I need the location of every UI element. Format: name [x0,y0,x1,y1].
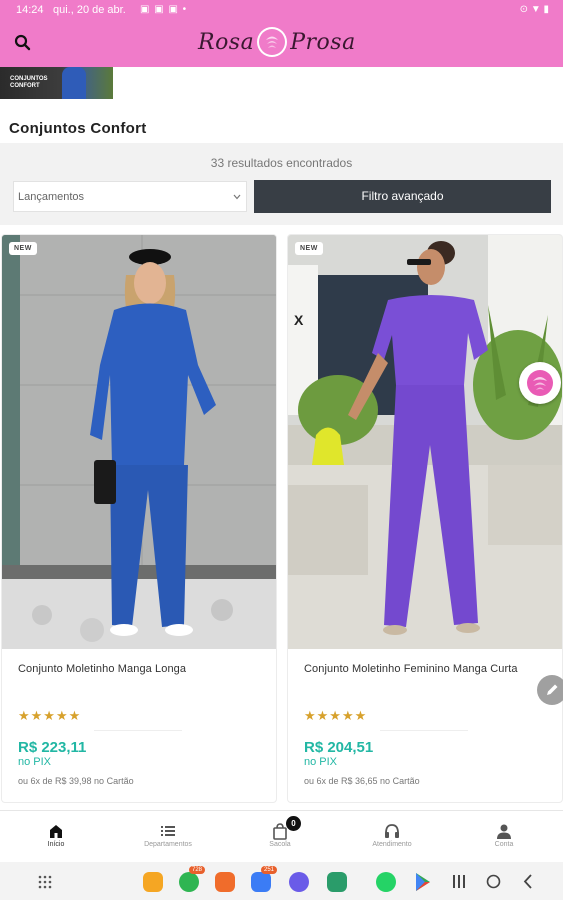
list-icon [161,826,175,836]
nav-item-bag[interactable]: 0 Sacola [224,811,336,863]
nav-item-home[interactable]: Início [0,811,112,863]
status-notification-icons: ▣ ▣ ▣ • [140,4,188,15]
messages-app-icon[interactable] [251,872,271,892]
nav-item-support[interactable]: Atendimento [336,811,448,863]
status-system-icons: ⊙ ▼ ▮ [519,4,549,15]
product-price: R$ 204,51 [304,739,374,756]
installments-text: ou 6x de R$ 39,98 no Cartão [18,776,134,786]
sort-selected-value: Lançamentos [18,191,85,203]
nav-label-support: Atendimento [372,841,412,848]
installments-text: ou 6x de R$ 36,65 no Cartão [304,776,420,786]
headset-icon [385,824,399,838]
app-header: 14:24 qui., 20 de abr. ▣ ▣ ▣ • ⊙ ▼ ▮ Ros… [0,0,563,67]
status-bar: 14:24 qui., 20 de abr. ▣ ▣ ▣ • ⊙ ▼ ▮ [0,0,563,22]
browser-app-icon[interactable] [289,872,309,892]
product-image[interactable]: NEW [2,235,276,649]
divider [94,730,182,731]
category-banner[interactable]: CONJUNTOS CONFORT [0,67,113,99]
sort-select[interactable]: Lançamentos [13,181,247,212]
status-time: 14:24 [16,4,44,16]
search-button[interactable] [12,32,34,54]
home-icon [50,825,62,838]
edit-button[interactable] [537,675,563,705]
advanced-filter-button[interactable]: Filtro avançado [254,180,551,213]
bottom-navigation: Início Departamentos 0 Sacola Atendiment… [0,810,563,862]
nav-label-account: Conta [494,841,514,848]
category-banner-line2: CONFORT [10,83,40,89]
product-name[interactable]: Conjunto Moletinho Feminino Manga Curta [304,663,518,675]
nav-item-departments[interactable]: Departamentos [112,811,224,863]
person-icon [497,824,511,839]
recent-apps-icon[interactable] [452,875,466,888]
rating-stars: ★★★★★ [18,708,82,723]
results-count: 33 resultados encontrados [210,156,353,170]
whatsapp-app-icon[interactable] [376,872,396,892]
product-price: R$ 223,11 [18,739,87,756]
search-icon [14,34,31,51]
divider [380,730,468,731]
nav-label-bag: Sacola [269,841,291,848]
new-badge: NEW [9,242,37,255]
messages-badge: 251 [261,866,278,874]
status-date: qui., 20 de abr. [53,4,126,16]
page-title: Conjuntos Confort [9,120,147,137]
product-card[interactable]: X NEW Conjunto Moletinho Feminino Manga … [287,234,563,803]
rose-logo-icon [257,27,288,57]
category-banner-line1: CONJUNTOS [10,76,48,82]
app-drawer-icon[interactable] [38,875,52,889]
play-store-icon[interactable] [414,872,432,892]
nav-label-departments: Departamentos [144,841,192,848]
cart-count-badge: 0 [286,816,301,831]
product-image[interactable]: X NEW [288,235,562,649]
pix-label: no PIX [304,756,338,768]
nav-label-home: Início [47,841,65,848]
logo-text-left: Rosa [198,29,255,55]
contacts-app-icon[interactable] [215,872,235,892]
folder-app-icon[interactable] [143,872,163,892]
brand-logo[interactable]: Rosa Prosa [198,24,368,60]
phone-badge: 728 [189,866,206,874]
new-badge: NEW [295,242,323,255]
calendar-app-icon[interactable] [327,872,347,892]
svg-text:X: X [294,312,304,328]
logo-text-right: Prosa [290,29,356,55]
rose-chat-button[interactable] [519,362,561,404]
pix-label: no PIX [18,756,52,768]
back-icon[interactable] [522,874,534,889]
chevron-down-icon [233,194,241,200]
system-navigation-bar: 728 251 [0,862,563,900]
nav-item-account[interactable]: Conta [448,811,560,863]
product-name[interactable]: Conjunto Moletinho Manga Longa [18,663,186,675]
rating-stars: ★★★★★ [304,708,368,723]
pencil-icon [547,684,558,695]
category-banner-text: CONJUNTOS CONFORT [10,76,48,90]
rose-icon [527,370,553,396]
phone-app-icon[interactable] [179,872,199,892]
banner-model-image [62,67,86,99]
home-circle-icon[interactable] [486,874,501,889]
product-card[interactable]: NEW Conjunto Moletinho Manga Longa ★★★★★… [1,234,277,803]
